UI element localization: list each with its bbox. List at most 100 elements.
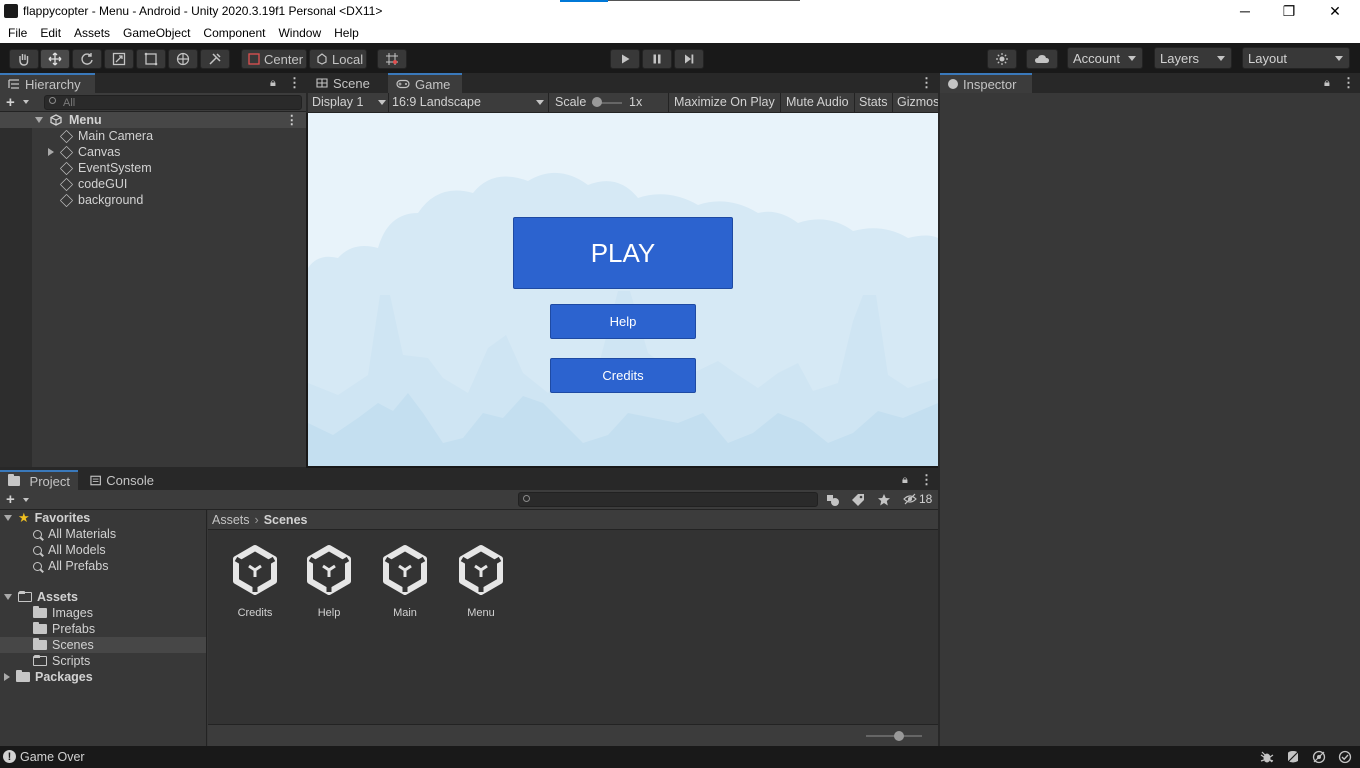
collab-button[interactable]	[987, 49, 1017, 69]
scale-slider-thumb[interactable]	[592, 97, 602, 107]
layers-dropdown[interactable]: Layers	[1154, 47, 1232, 69]
status-message[interactable]: Game Over	[20, 750, 85, 764]
mute-audio-toggle[interactable]: Mute Audio	[786, 95, 849, 109]
tab-scene[interactable]: Scene	[308, 73, 386, 93]
gizmos-toggle[interactable]: Gizmos	[897, 95, 938, 109]
credits-game-button[interactable]: Credits	[550, 358, 696, 393]
expand-arrow-icon[interactable]	[4, 594, 12, 600]
hierarchy-item-background[interactable]: background	[59, 192, 143, 208]
chevron-down-icon[interactable]	[23, 100, 29, 104]
lock-icon[interactable]: 🔒︎	[902, 474, 908, 487]
icon-size-slider-thumb[interactable]	[894, 731, 904, 741]
breadcrumb-assets[interactable]: Assets	[212, 513, 250, 527]
favorites-header[interactable]: ★ Favorites	[4, 510, 90, 526]
chevron-down-icon[interactable]	[23, 498, 29, 502]
cloud-button[interactable]	[1026, 49, 1058, 69]
add-icon[interactable]: +	[6, 94, 15, 111]
hand-tool-button[interactable]	[9, 49, 39, 69]
kebab-menu-icon[interactable]: ⋮	[920, 75, 933, 91]
favorites-label: Favorites	[34, 511, 91, 525]
add-icon[interactable]: +	[6, 491, 15, 508]
play-game-button[interactable]: PLAY	[513, 217, 733, 289]
filter-by-label-button[interactable]	[851, 493, 865, 507]
grid-snap-icon	[386, 53, 398, 65]
favorite-item-all-models[interactable]: All Models	[33, 542, 106, 558]
help-game-button[interactable]: Help	[550, 304, 696, 339]
breadcrumb-scenes[interactable]: Scenes	[264, 513, 308, 527]
step-button[interactable]	[674, 49, 704, 69]
asset-item-credits[interactable]: Credits	[220, 544, 290, 619]
tab-game[interactable]: Game	[388, 73, 462, 93]
kebab-menu-icon[interactable]: ⋮	[1342, 75, 1355, 91]
expand-arrow-icon[interactable]	[48, 148, 54, 156]
tab-project[interactable]: Project	[0, 470, 78, 490]
menu-edit[interactable]: Edit	[40, 26, 61, 40]
move-tool-button[interactable]	[40, 49, 70, 69]
kebab-menu-icon[interactable]: ⋮	[288, 75, 301, 91]
assets-folder[interactable]: Assets	[4, 589, 78, 605]
hierarchy-item-main-camera[interactable]: Main Camera	[59, 128, 153, 144]
asset-item-main[interactable]: Main	[370, 544, 440, 619]
cache-server-icon[interactable]	[1286, 750, 1300, 764]
project-search-input[interactable]	[518, 492, 818, 507]
aspect-dropdown[interactable]: 16:9 Landscape	[392, 95, 548, 109]
folder-prefabs[interactable]: Prefabs	[33, 621, 95, 637]
expand-arrow-icon[interactable]	[4, 515, 12, 521]
pivot-mode-button[interactable]: Center	[241, 49, 307, 69]
rotate-tool-button[interactable]	[72, 49, 102, 69]
scene-row-menu[interactable]: Menu ⋮	[0, 112, 306, 128]
favorite-item-all-prefabs[interactable]: All Prefabs	[33, 558, 108, 574]
hidden-packages-toggle[interactable]: 18	[903, 492, 932, 506]
menu-gameobject[interactable]: GameObject	[123, 26, 190, 40]
tab-hierarchy[interactable]: Hierarchy	[0, 73, 95, 93]
asset-item-menu[interactable]: Menu	[446, 544, 516, 619]
game-view[interactable]: PLAY Help Credits	[308, 113, 938, 466]
account-dropdown[interactable]: Account	[1067, 47, 1143, 69]
scale-label: Scale	[555, 95, 587, 109]
check-circle-icon[interactable]	[1338, 750, 1352, 764]
hierarchy-item-eventsystem[interactable]: EventSystem	[59, 160, 152, 176]
maximize-button[interactable]: ❐	[1266, 0, 1312, 22]
menu-assets[interactable]: Assets	[74, 26, 110, 40]
bug-icon[interactable]	[1260, 750, 1274, 764]
layout-dropdown[interactable]: Layout	[1242, 47, 1350, 69]
hierarchy-search-input[interactable]: All	[44, 95, 302, 110]
filter-by-type-button[interactable]	[826, 493, 840, 507]
progress-icon[interactable]	[1312, 750, 1326, 764]
folder-images[interactable]: Images	[33, 605, 93, 621]
grid-snap-button[interactable]	[377, 49, 407, 69]
lock-icon[interactable]: 🔒︎	[1324, 77, 1330, 90]
pivot-rotation-button[interactable]: Local	[309, 49, 367, 69]
stats-toggle[interactable]: Stats	[859, 95, 888, 109]
asset-item-help[interactable]: Help	[294, 544, 364, 619]
packages-folder[interactable]: Packages	[4, 669, 93, 685]
expand-arrow-icon[interactable]	[35, 117, 43, 123]
menu-component[interactable]: Component	[203, 26, 265, 40]
close-button[interactable]: ✕	[1312, 0, 1358, 22]
folder-scripts[interactable]: Scripts	[33, 653, 90, 669]
expand-arrow-icon[interactable]	[4, 673, 10, 681]
folder-scenes[interactable]: Scenes	[0, 637, 206, 653]
maximize-on-play-toggle[interactable]: Maximize On Play	[674, 95, 775, 109]
menu-file[interactable]: File	[8, 26, 27, 40]
lock-icon[interactable]: 🔒︎	[270, 77, 276, 90]
pause-button[interactable]	[642, 49, 672, 69]
hierarchy-item-codegui[interactable]: codeGUI	[59, 176, 127, 192]
tab-inspector[interactable]: Inspector	[940, 73, 1032, 93]
play-button[interactable]	[610, 49, 640, 69]
rect-tool-button[interactable]	[136, 49, 166, 69]
kebab-menu-icon[interactable]: ⋮	[286, 112, 299, 127]
scale-tool-button[interactable]	[104, 49, 134, 69]
display-dropdown[interactable]: Display 1	[312, 95, 390, 109]
kebab-menu-icon[interactable]: ⋮	[920, 472, 933, 488]
minimize-button[interactable]: ─	[1222, 0, 1268, 22]
transform-tool-button[interactable]	[168, 49, 198, 69]
menu-window[interactable]: Window	[278, 26, 321, 40]
help-game-label: Help	[609, 314, 637, 329]
custom-tool-button[interactable]	[200, 49, 230, 69]
tab-console[interactable]: Console	[82, 470, 162, 490]
menu-help[interactable]: Help	[334, 26, 359, 40]
favorite-item-all-materials[interactable]: All Materials	[33, 526, 116, 542]
save-search-button[interactable]	[877, 493, 891, 507]
hierarchy-item-canvas[interactable]: Canvas	[48, 144, 120, 160]
